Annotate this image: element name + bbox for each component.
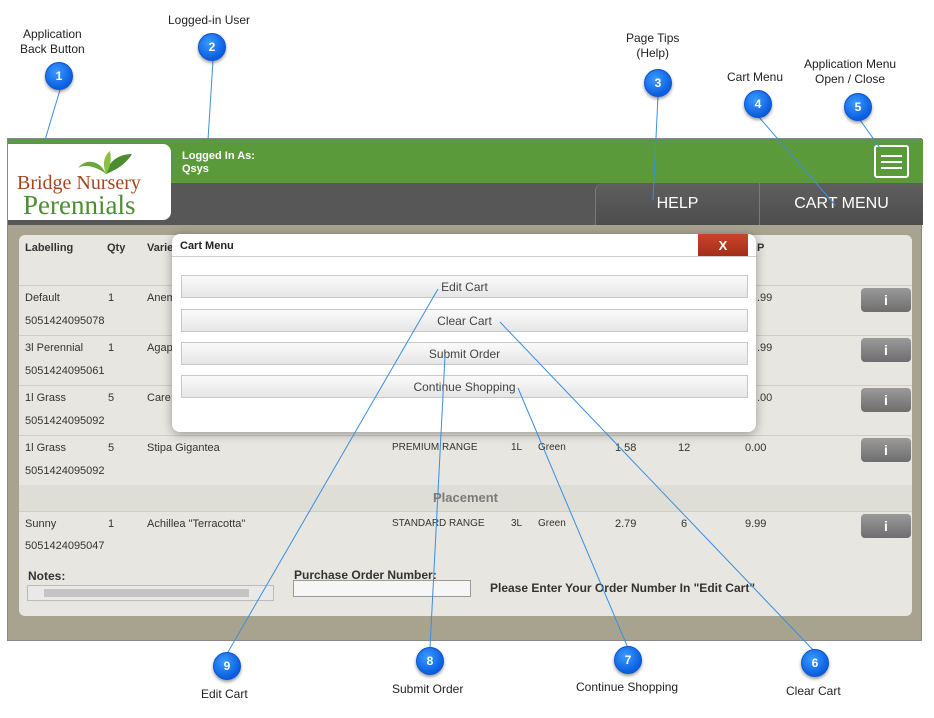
cell-barcode: 5051424095047 <box>25 540 105 552</box>
cell-barcode: 5051424095092 <box>25 465 105 477</box>
cell-cost: 2.79 <box>615 518 637 530</box>
cell-variety: Stipa Gigantea <box>147 442 220 454</box>
info-button[interactable]: i <box>861 288 911 312</box>
annotation-badge-5: 5 <box>844 93 872 121</box>
cell-labelling: 3l Perennial <box>25 342 84 354</box>
dialog-divider <box>172 256 756 257</box>
annotation-label-6: Clear Cart <box>786 684 841 698</box>
notes-scrollbar[interactable] <box>27 585 274 601</box>
cell-price: 9.99 <box>745 518 767 530</box>
annotation-label-1: Application Back Button <box>20 27 85 56</box>
info-button[interactable]: i <box>861 388 911 412</box>
annotation-badge-3: 3 <box>644 69 672 97</box>
annotation-badge-7: 7 <box>614 646 642 674</box>
cell-price: .99 <box>757 342 773 354</box>
cell-price: 0.00 <box>745 442 767 454</box>
annotation-label-2: Logged-in User <box>168 13 251 27</box>
cell-price: .00 <box>757 392 773 404</box>
edit-cart-button[interactable]: Edit Cart <box>181 275 748 298</box>
logged-in-label: Logged In As: <box>182 150 255 162</box>
annotation-label-4: Cart Menu <box>727 70 784 84</box>
app-back-button[interactable]: Bridge Nursery Perennials <box>8 144 171 220</box>
col-qty: Qty <box>107 242 126 254</box>
app-menu-toggle-button[interactable] <box>874 145 909 178</box>
cell-pack: 6 <box>681 518 688 530</box>
cell-labelling: Sunny <box>25 518 57 530</box>
cell-barcode: 5051424095092 <box>25 415 105 427</box>
info-button[interactable]: i <box>861 438 911 462</box>
annotation-label-9: Edit Cart <box>201 687 248 701</box>
cell-qty: 1 <box>108 342 115 354</box>
info-button[interactable]: i <box>861 338 911 362</box>
menu-icon-bar <box>881 161 902 163</box>
cell-variety: Achillea "Terracotta" <box>147 518 246 530</box>
po-hint: Please Enter Your Order Number In "Edit … <box>490 581 756 595</box>
menu-icon-bar <box>881 155 902 157</box>
cart-menu-dialog: Cart Menu X Edit Cart Clear Cart Submit … <box>172 234 756 432</box>
cell-size: 1L <box>511 442 523 453</box>
table-row: 1l Grass 5 Stipa Gigantea PREMIUM RANGE … <box>19 435 912 485</box>
cell-qty: 1 <box>108 518 115 530</box>
annotation-badge-8: 8 <box>416 647 444 675</box>
info-button[interactable]: i <box>861 514 911 538</box>
cell-range: STANDARD RANGE <box>392 518 485 529</box>
section-heading: Placement <box>19 485 912 511</box>
continue-shopping-button[interactable]: Continue Shopping <box>181 375 748 398</box>
cell-price: .99 <box>757 292 773 304</box>
cell-color: Green <box>538 518 566 529</box>
cell-labelling: Default <box>25 292 60 304</box>
cell-barcode: 5051424095078 <box>25 315 105 327</box>
username: Qsys <box>182 163 209 175</box>
annotation-badge-4: 4 <box>744 90 772 118</box>
dialog-title: Cart Menu <box>180 240 234 252</box>
cell-qty: 5 <box>108 442 115 454</box>
annotation-label-3: Page Tips (Help) <box>626 31 680 60</box>
cell-barcode: 5051424095061 <box>25 365 105 377</box>
cell-qty: 5 <box>108 392 115 404</box>
cell-range: PREMIUM RANGE <box>392 442 478 453</box>
help-button[interactable]: HELP <box>595 183 759 225</box>
cell-qty: 1 <box>108 292 115 304</box>
annotation-badge-2: 2 <box>198 33 226 61</box>
po-number-input[interactable] <box>293 580 471 597</box>
cart-menu-button[interactable]: CART MENU <box>759 183 923 225</box>
notes-label: Notes: <box>28 569 66 583</box>
cell-labelling: 1l Grass <box>25 442 66 454</box>
logged-in-user: Logged In As: Qsys <box>182 150 255 176</box>
cell-pack: 12 <box>678 442 691 454</box>
cell-labelling: 1l Grass <box>25 392 66 404</box>
cell-variety: Agap <box>147 342 173 354</box>
col-rrp: P <box>757 242 765 254</box>
annotation-badge-9: 9 <box>213 652 241 680</box>
cell-cost: 1.58 <box>615 442 637 454</box>
annotation-label-7: Continue Shopping <box>576 680 679 694</box>
table-row: Sunny 1 Achillea "Terracotta" STANDARD R… <box>19 511 912 559</box>
annotation-label-8: Submit Order <box>392 682 464 696</box>
cell-size: 3L <box>511 518 523 529</box>
col-labelling: Labelling <box>25 242 74 254</box>
cell-variety: Care: <box>147 392 174 404</box>
menu-icon-bar <box>881 167 902 169</box>
cell-color: Green <box>538 442 566 453</box>
close-button[interactable]: X <box>698 234 748 257</box>
annotation-badge-6: 6 <box>801 649 829 677</box>
annotation-badge-1: 1 <box>45 62 73 90</box>
logo-text-line2: Perennials <box>23 190 136 220</box>
col-variety: Varie <box>147 242 174 254</box>
scrollbar-thumb[interactable] <box>44 589 249 597</box>
submit-order-button[interactable]: Submit Order <box>181 342 748 365</box>
clear-cart-button[interactable]: Clear Cart <box>181 309 748 332</box>
annotation-label-5: Application Menu Open / Close <box>804 57 897 86</box>
